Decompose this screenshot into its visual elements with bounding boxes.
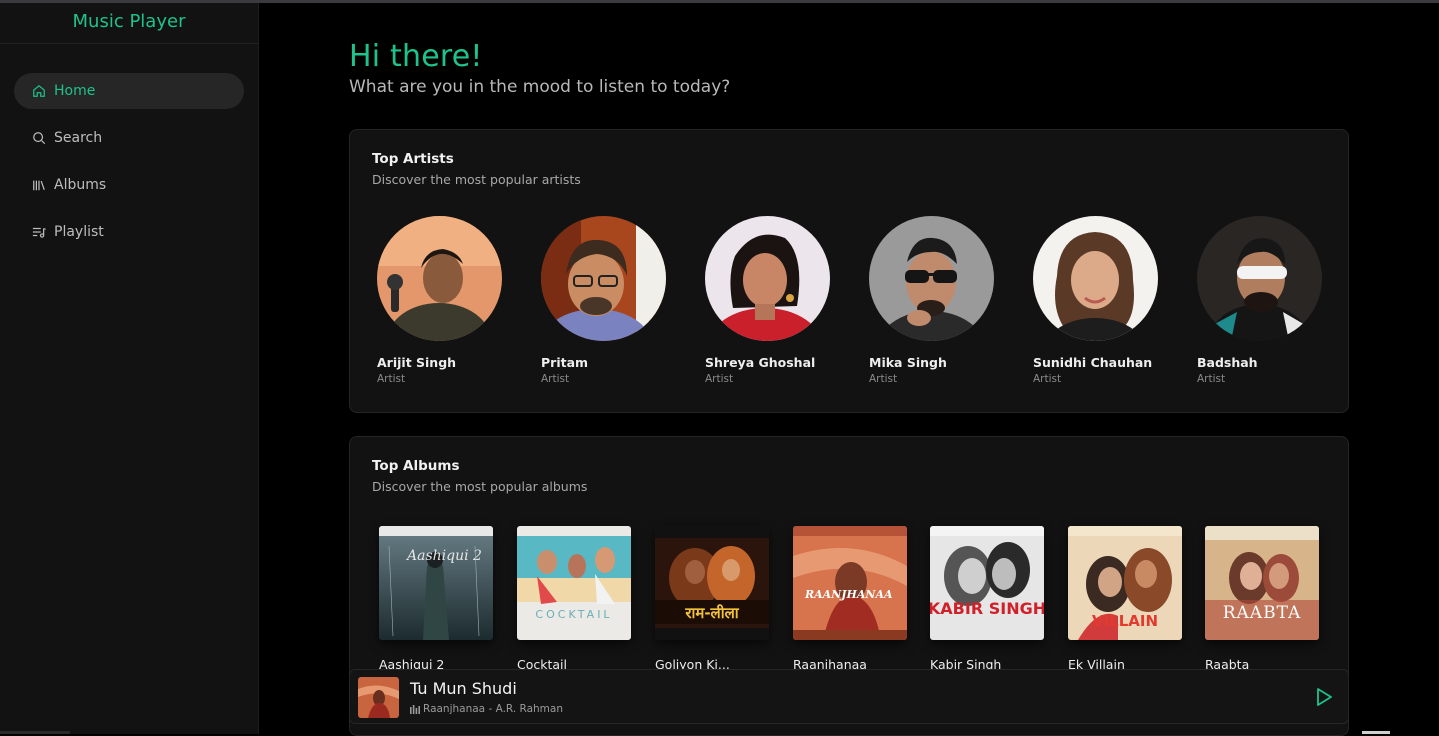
now-playing-cover bbox=[358, 677, 399, 718]
artist-role: Artist bbox=[377, 373, 406, 385]
album-cover: KABIR SINGH bbox=[930, 526, 1044, 640]
artist-role: Artist bbox=[869, 373, 898, 385]
artist-name: Badshah bbox=[1197, 355, 1258, 370]
artist-avatar bbox=[705, 216, 830, 341]
sidebar-item-label: Playlist bbox=[54, 224, 104, 240]
sidebar-item-home[interactable]: Home bbox=[14, 73, 244, 109]
sidebar-nav: Home Search Albums Playlist bbox=[0, 44, 258, 250]
sidebar-item-label: Search bbox=[54, 130, 103, 146]
section-subtitle: Discover the most popular artists bbox=[372, 172, 581, 187]
album-card[interactable]: Aashiqui 2 Aashiqui 2 bbox=[379, 526, 497, 672]
artist-card[interactable]: Arijit Singh Artist bbox=[377, 216, 517, 385]
library-icon bbox=[33, 180, 45, 191]
sidebar: Music Player Home Search Albums Playlist bbox=[0, 3, 259, 734]
app-title: Music Player bbox=[0, 3, 258, 44]
album-card[interactable]: VILLAIN Ek Villain bbox=[1068, 526, 1186, 672]
album-cover: RAANJHANAA bbox=[793, 526, 907, 640]
sidebar-item-playlist[interactable]: Playlist bbox=[14, 214, 244, 250]
home-icon bbox=[33, 84, 45, 97]
album-cover-text: RAANJHANAA bbox=[804, 588, 893, 601]
artist-avatar bbox=[1033, 216, 1158, 341]
top-artists-section: Top Artists Discover the most popular ar… bbox=[349, 129, 1349, 413]
artist-card[interactable]: Pritam Artist bbox=[541, 216, 681, 385]
artist-role: Artist bbox=[1197, 373, 1226, 385]
album-cover: COCKTAIL bbox=[517, 526, 631, 640]
artist-name: Pritam bbox=[541, 355, 589, 370]
main-content: Hi there! What are you in the mood to li… bbox=[259, 3, 1439, 736]
artist-role: Artist bbox=[705, 373, 734, 385]
playlist-icon bbox=[32, 227, 46, 238]
section-subtitle: Discover the most popular albums bbox=[372, 479, 588, 494]
album-cover: राम-लीला bbox=[655, 526, 769, 640]
page-subtitle: What are you in the mood to listen to to… bbox=[349, 77, 731, 97]
album-cover-text: COCKTAIL bbox=[535, 608, 612, 621]
album-cover-text: Aashiqui 2 bbox=[405, 548, 482, 564]
sidebar-item-label: Albums bbox=[54, 177, 107, 193]
search-icon bbox=[33, 132, 46, 145]
play-button-icon[interactable] bbox=[1314, 686, 1334, 708]
track-title: Tu Mun Shudi bbox=[410, 679, 517, 698]
artist-card[interactable]: Mika Singh Artist bbox=[869, 216, 1009, 385]
artist-card[interactable]: Badshah Artist bbox=[1197, 216, 1337, 385]
artist-avatar bbox=[541, 216, 666, 341]
album-card[interactable]: COCKTAIL Cocktail bbox=[517, 526, 635, 672]
album-card[interactable]: KABIR SINGH Kabir Singh bbox=[930, 526, 1048, 672]
artist-name: Sunidhi Chauhan bbox=[1033, 355, 1153, 370]
album-card[interactable]: RAANJHANAA Raanjhanaa bbox=[793, 526, 911, 672]
section-title: Top Albums bbox=[372, 458, 460, 474]
artist-card[interactable]: Sunidhi Chauhan Artist bbox=[1033, 216, 1173, 385]
artist-name: Mika Singh bbox=[869, 355, 947, 370]
album-cover: Aashiqui 2 bbox=[379, 526, 493, 640]
artist-avatar bbox=[869, 216, 994, 341]
album-cover-text: VILLAIN bbox=[1092, 612, 1158, 630]
now-playing-bar: Tu Mun Shudi Raanjhanaa - A.R. Rahman bbox=[349, 669, 1349, 724]
album-cover-text: KABIR SINGH bbox=[930, 599, 1044, 618]
album-card[interactable]: राम-लीला Goliyon Ki... bbox=[655, 526, 773, 672]
artist-role: Artist bbox=[541, 373, 570, 385]
equalizer-icon bbox=[410, 705, 420, 714]
artist-card[interactable]: Shreya Ghoshal Artist bbox=[705, 216, 845, 385]
page-title: Hi there! bbox=[349, 39, 483, 74]
artist-avatar bbox=[377, 216, 502, 341]
artist-name: Arijit Singh bbox=[377, 355, 457, 370]
artist-avatar bbox=[1197, 216, 1322, 341]
album-cover-text: राम-लीला bbox=[684, 604, 739, 622]
album-cover-text: RAABTA bbox=[1223, 603, 1302, 623]
artist-role: Artist bbox=[1033, 373, 1062, 385]
artist-name: Shreya Ghoshal bbox=[705, 355, 816, 370]
section-title: Top Artists bbox=[372, 151, 454, 167]
track-meta: Raanjhanaa - A.R. Rahman bbox=[410, 703, 563, 715]
sidebar-item-albums[interactable]: Albums bbox=[14, 167, 244, 203]
album-cover: RAABTA bbox=[1205, 526, 1319, 640]
sidebar-item-search[interactable]: Search bbox=[14, 120, 244, 156]
track-artist-album: Raanjhanaa - A.R. Rahman bbox=[423, 703, 563, 715]
sidebar-item-label: Home bbox=[54, 83, 96, 99]
album-cover: VILLAIN bbox=[1068, 526, 1182, 640]
album-card[interactable]: RAABTA Raabta bbox=[1205, 526, 1323, 672]
